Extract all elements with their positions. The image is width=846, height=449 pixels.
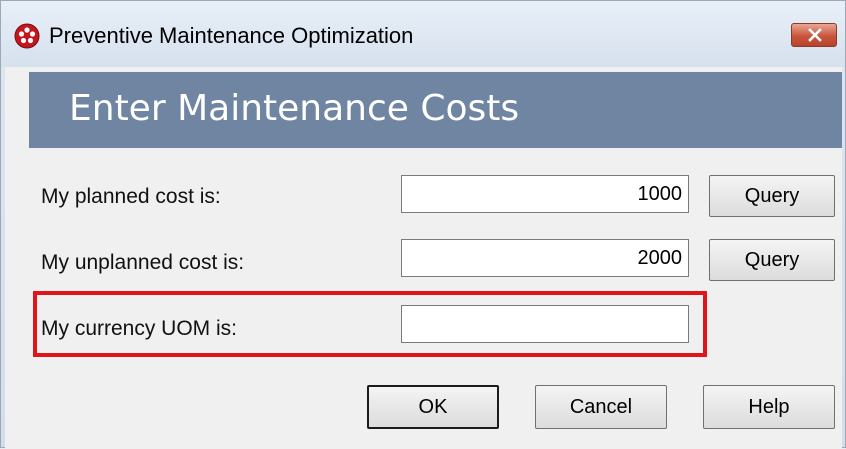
dialog-content: Enter Maintenance Costs My planned cost …: [5, 67, 842, 449]
planned-cost-input[interactable]: [401, 175, 689, 213]
app-logo-icon: [14, 23, 40, 49]
title-bar[interactable]: Preventive Maintenance Optimization: [1, 1, 845, 67]
ok-button[interactable]: OK: [367, 385, 499, 429]
currency-uom-input[interactable]: [401, 305, 689, 343]
planned-cost-label: My planned cost is:: [41, 185, 221, 208]
unplanned-cost-input[interactable]: [401, 239, 689, 277]
planned-query-button[interactable]: Query: [709, 175, 835, 217]
cancel-button[interactable]: Cancel: [535, 385, 667, 429]
unplanned-cost-label: My unplanned cost is:: [41, 251, 245, 274]
unplanned-query-button[interactable]: Query: [709, 239, 835, 281]
header-banner: Enter Maintenance Costs: [29, 72, 842, 148]
help-button[interactable]: Help: [703, 385, 835, 429]
page-title: Enter Maintenance Costs: [69, 88, 520, 129]
close-icon: [808, 28, 822, 42]
currency-uom-label: My currency UOM is:: [41, 317, 238, 340]
close-button[interactable]: [791, 23, 837, 47]
window-title: Preventive Maintenance Optimization: [49, 23, 414, 48]
dialog-window: Preventive Maintenance Optimization Ente…: [0, 0, 846, 449]
